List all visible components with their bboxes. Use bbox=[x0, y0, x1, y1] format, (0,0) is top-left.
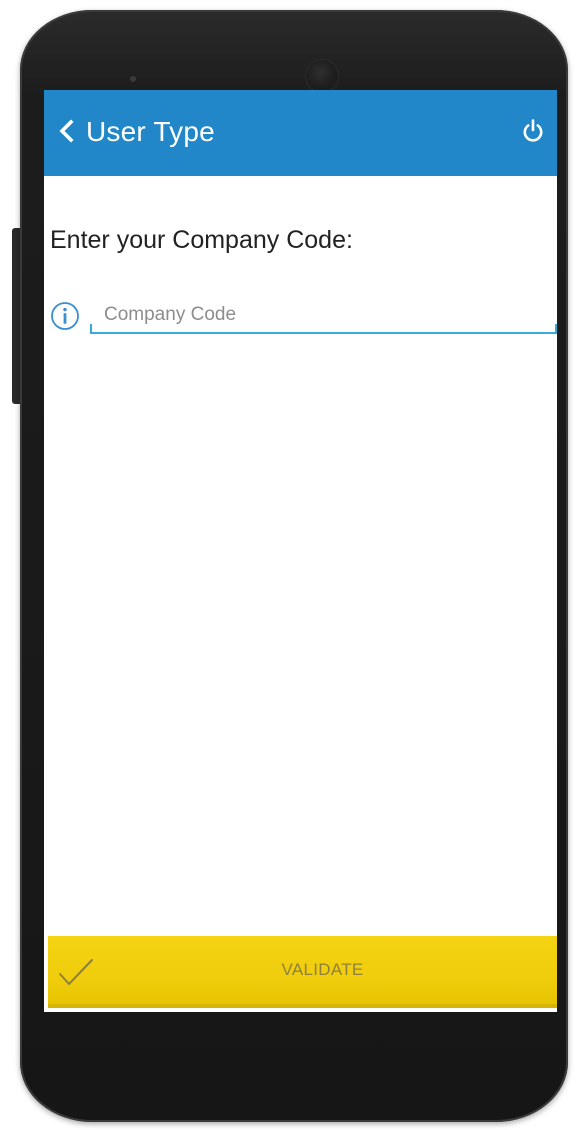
app-bar: User Type bbox=[44, 90, 557, 176]
power-button[interactable] bbox=[517, 114, 549, 148]
validate-label: VALIDATE bbox=[281, 960, 364, 979]
validate-button[interactable]: VALIDATE bbox=[48, 936, 557, 1008]
app-screen: User Type Enter your Company Code: VALID… bbox=[44, 90, 557, 1012]
input-underline-right-tick bbox=[555, 324, 557, 334]
device-stage: User Type Enter your Company Code: VALID… bbox=[0, 0, 578, 1130]
power-icon bbox=[523, 119, 543, 142]
back-button[interactable] bbox=[50, 114, 84, 148]
chevron-left-icon bbox=[59, 119, 74, 143]
info-icon[interactable] bbox=[50, 301, 80, 331]
front-camera bbox=[306, 60, 338, 92]
sensor-dot bbox=[130, 76, 136, 82]
company-code-input[interactable] bbox=[90, 298, 557, 334]
input-underline-left-tick bbox=[90, 324, 92, 334]
company-code-prompt: Enter your Company Code: bbox=[50, 226, 353, 254]
page-title: User Type bbox=[86, 116, 215, 147]
validate-bar-edge bbox=[48, 1004, 557, 1008]
